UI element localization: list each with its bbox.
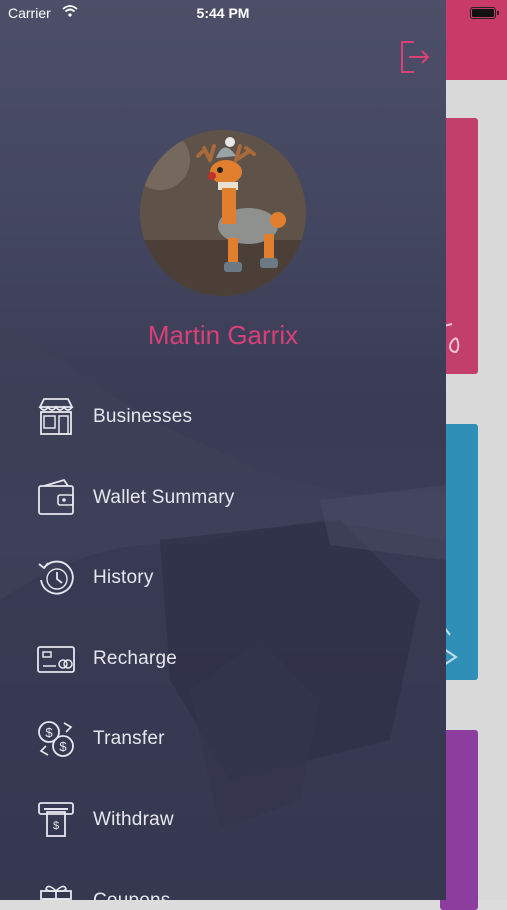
side-drawer: Martin Garrix Businesses Wallet Summary: [0, 0, 446, 900]
wallet-icon: [38, 478, 74, 515]
svg-text:$: $: [45, 725, 53, 740]
atm-icon: $: [38, 802, 74, 837]
store-icon: [38, 398, 74, 435]
logout-icon[interactable]: [398, 40, 430, 74]
menu-item-label: Wallet Summary: [93, 487, 235, 508]
menu-item-recharge[interactable]: Recharge: [0, 620, 446, 698]
menu-item-label: Coupons: [93, 890, 170, 900]
status-bar: Carrier 5:44 PM: [0, 0, 507, 28]
reindeer-figurine-image: [140, 130, 306, 296]
menu-item-withdraw[interactable]: $ Withdraw: [0, 781, 446, 859]
menu-item-label: Recharge: [93, 648, 177, 669]
card-icon: [37, 646, 75, 673]
menu-item-label: Withdraw: [93, 809, 174, 830]
menu-item-businesses[interactable]: Businesses: [0, 378, 446, 456]
profile-avatar[interactable]: [140, 130, 306, 296]
menu-item-label: Businesses: [93, 406, 193, 427]
battery-icon: [470, 7, 499, 19]
menu-item-wallet-summary[interactable]: Wallet Summary: [0, 459, 446, 537]
svg-text:$: $: [53, 820, 59, 832]
status-time: 5:44 PM: [196, 5, 250, 21]
gift-icon: [40, 885, 72, 900]
menu-item-history[interactable]: History: [0, 539, 446, 617]
svg-text:$: $: [59, 739, 67, 754]
menu-item-label: History: [93, 567, 154, 588]
menu-item-transfer[interactable]: $ $ Transfer: [0, 700, 446, 778]
profile-name: Martin Garrix: [147, 320, 299, 350]
transfer-icon: $ $: [38, 721, 74, 757]
menu-item-coupons[interactable]: Coupons: [0, 862, 446, 900]
history-icon: [38, 560, 74, 595]
menu-item-label: Transfer: [93, 728, 165, 749]
